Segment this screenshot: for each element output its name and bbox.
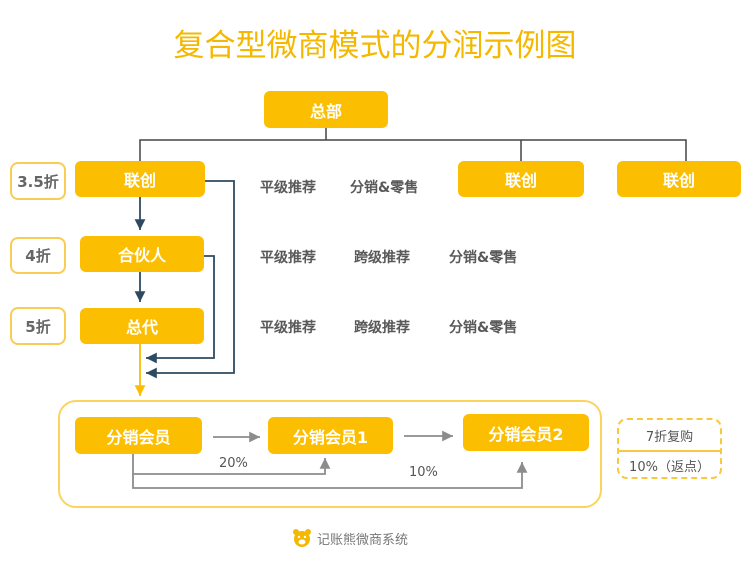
relation-label: 分销&零售: [350, 180, 419, 196]
discount-badge: 3.5折: [10, 162, 66, 200]
relation-label: 跨级推荐: [354, 250, 410, 266]
node-member-1: 分销会员1: [268, 417, 393, 454]
commission-20: 20%: [219, 456, 248, 471]
commission-10: 10%: [409, 465, 438, 480]
node-lianchuang-peer: 联创: [617, 161, 741, 197]
footer-text: 记账熊微商系统: [317, 532, 409, 548]
footer-brand: 记账熊微商系统: [292, 528, 408, 548]
node-lianchuang-peer: 联创: [458, 161, 584, 197]
node-partner: 合伙人: [80, 236, 204, 272]
node-agent: 总代: [80, 308, 204, 344]
discount-badge: 4折: [10, 237, 66, 274]
discount-badge: 5折: [10, 307, 66, 345]
relation-label: 平级推荐: [260, 180, 316, 196]
relation-label: 分销&零售: [449, 320, 518, 336]
repurchase-label: 7折复购: [645, 430, 694, 445]
node-member-2: 分销会员2: [463, 414, 589, 451]
relation-label: 跨级推荐: [354, 320, 410, 336]
hq-tree: [139, 128, 687, 161]
relation-label: 分销&零售: [449, 250, 518, 266]
relation-label: 平级推荐: [260, 250, 316, 266]
hq-node: 总部: [264, 91, 388, 128]
member-terms-box: 7折复购 10%（返点）: [617, 418, 722, 479]
relation-label: 平级推荐: [260, 320, 316, 336]
rebate-label: 10%（返点）: [629, 460, 710, 475]
arrow-lianchuang-to-members: [146, 180, 235, 379]
node-member: 分销会员: [75, 417, 202, 454]
node-lianchuang: 联创: [75, 161, 205, 197]
divider: [617, 450, 722, 452]
bear-icon: [293, 529, 311, 547]
